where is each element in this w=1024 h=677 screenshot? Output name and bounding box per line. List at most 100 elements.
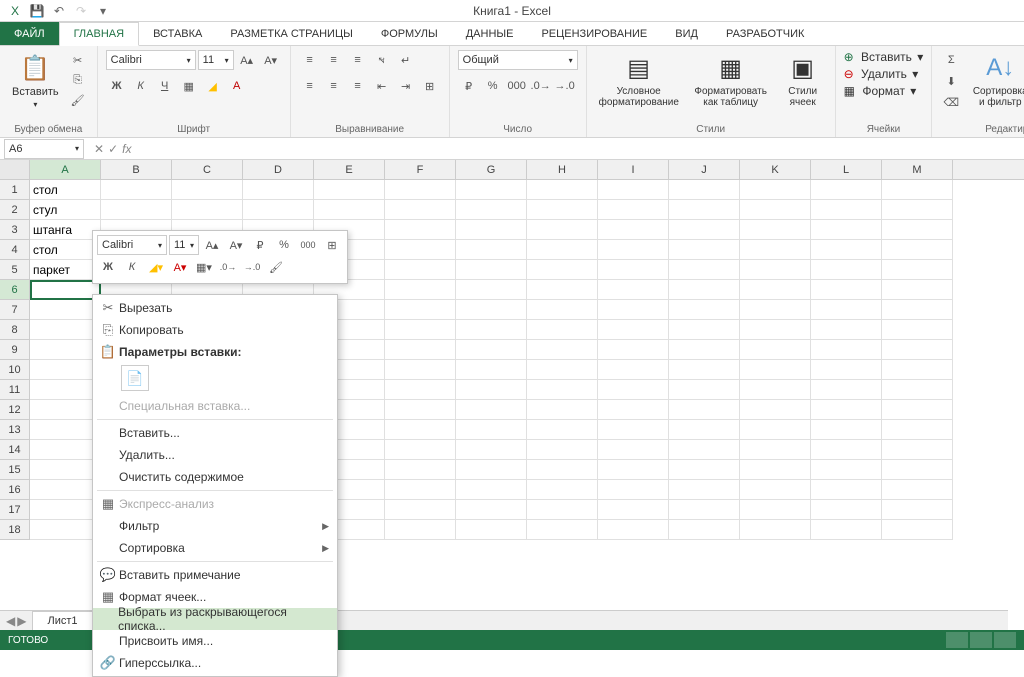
format-painter-icon[interactable]: 🖌 (67, 90, 89, 110)
cell-H13[interactable] (527, 420, 598, 440)
cell-L2[interactable] (811, 200, 882, 220)
number-format-select[interactable]: Общий▾ (458, 50, 578, 70)
cell-F12[interactable] (385, 400, 456, 420)
cell-F9[interactable] (385, 340, 456, 360)
cell-M5[interactable] (882, 260, 953, 280)
cell-K17[interactable] (740, 500, 811, 520)
cell-M9[interactable] (882, 340, 953, 360)
col-header-F[interactable]: F (385, 160, 456, 179)
cell-L12[interactable] (811, 400, 882, 420)
align-left-icon[interactable]: ≡ (299, 76, 321, 96)
insert-cells-button[interactable]: ⊕ Вставить ▾ (844, 50, 924, 64)
cell-H4[interactable] (527, 240, 598, 260)
cell-C2[interactable] (172, 200, 243, 220)
cell-J15[interactable] (669, 460, 740, 480)
cell-G5[interactable] (456, 260, 527, 280)
tab-home[interactable]: ГЛАВНАЯ (59, 22, 139, 46)
row-header-17[interactable]: 17 (0, 500, 30, 520)
cell-K1[interactable] (740, 180, 811, 200)
cell-A14[interactable] (30, 440, 101, 460)
view-page-layout-icon[interactable] (970, 632, 992, 648)
cell-H15[interactable] (527, 460, 598, 480)
qat-customize-icon[interactable]: ▾ (94, 2, 112, 20)
cell-J6[interactable] (669, 280, 740, 300)
cell-K14[interactable] (740, 440, 811, 460)
cell-F10[interactable] (385, 360, 456, 380)
cell-J17[interactable] (669, 500, 740, 520)
cell-D1[interactable] (243, 180, 314, 200)
col-header-B[interactable]: B (101, 160, 172, 179)
cell-I17[interactable] (598, 500, 669, 520)
cell-H2[interactable] (527, 200, 598, 220)
mini-font-color-icon[interactable]: A▾ (169, 257, 191, 277)
underline-button[interactable]: Ч (154, 76, 176, 96)
cell-G12[interactable] (456, 400, 527, 420)
cell-I4[interactable] (598, 240, 669, 260)
cell-K10[interactable] (740, 360, 811, 380)
cell-M2[interactable] (882, 200, 953, 220)
cell-A6[interactable] (30, 280, 101, 300)
cell-I9[interactable] (598, 340, 669, 360)
ctx-define-name[interactable]: Присвоить имя... (93, 630, 337, 652)
cell-L8[interactable] (811, 320, 882, 340)
cell-I16[interactable] (598, 480, 669, 500)
cell-G1[interactable] (456, 180, 527, 200)
cell-A3[interactable]: штанга (30, 220, 101, 240)
row-header-11[interactable]: 11 (0, 380, 30, 400)
cell-K7[interactable] (740, 300, 811, 320)
ctx-copy[interactable]: ⎘Копировать (93, 319, 337, 341)
col-header-L[interactable]: L (811, 160, 882, 179)
ctx-hyperlink[interactable]: 🔗Гиперссылка... (93, 652, 337, 674)
row-header-7[interactable]: 7 (0, 300, 30, 320)
sheet-nav-next-icon[interactable]: ▶ (17, 614, 26, 628)
cell-styles-button[interactable]: ▣ Стили ячеек (779, 50, 827, 110)
cell-F7[interactable] (385, 300, 456, 320)
col-header-M[interactable]: M (882, 160, 953, 179)
cell-F18[interactable] (385, 520, 456, 540)
cell-F5[interactable] (385, 260, 456, 280)
currency-icon[interactable]: ₽ (458, 76, 480, 96)
format-as-table-button[interactable]: ▦ Форматировать как таблицу (687, 50, 775, 110)
decrease-decimal-icon[interactable]: →.0 (554, 76, 576, 96)
cell-L6[interactable] (811, 280, 882, 300)
ctx-insert[interactable]: Вставить... (93, 422, 337, 444)
cell-J16[interactable] (669, 480, 740, 500)
paste-option-values[interactable]: 📄 (121, 365, 149, 391)
cell-J1[interactable] (669, 180, 740, 200)
cell-G10[interactable] (456, 360, 527, 380)
formula-input[interactable] (137, 139, 1024, 159)
mini-grow-font-icon[interactable]: A▴ (201, 235, 223, 255)
ctx-clear[interactable]: Очистить содержимое (93, 466, 337, 488)
cell-H14[interactable] (527, 440, 598, 460)
cell-A1[interactable]: стол (30, 180, 101, 200)
tab-data[interactable]: ДАННЫЕ (452, 22, 528, 45)
font-size-select[interactable]: 11▾ (198, 50, 234, 70)
cell-I3[interactable] (598, 220, 669, 240)
cell-A7[interactable] (30, 300, 101, 320)
comma-icon[interactable]: 000 (506, 76, 528, 96)
cell-A18[interactable] (30, 520, 101, 540)
cell-F1[interactable] (385, 180, 456, 200)
mini-font-select[interactable]: Calibri▾ (97, 235, 167, 255)
paste-button[interactable]: 📋 Вставить ▾ (8, 50, 63, 111)
cell-L14[interactable] (811, 440, 882, 460)
cell-K9[interactable] (740, 340, 811, 360)
fx-icon[interactable]: fx (122, 142, 131, 156)
row-header-8[interactable]: 8 (0, 320, 30, 340)
col-header-G[interactable]: G (456, 160, 527, 179)
cell-G17[interactable] (456, 500, 527, 520)
cell-G9[interactable] (456, 340, 527, 360)
cell-M16[interactable] (882, 480, 953, 500)
cell-L3[interactable] (811, 220, 882, 240)
mini-italic[interactable]: К (121, 257, 143, 277)
row-header-1[interactable]: 1 (0, 180, 30, 200)
cell-E1[interactable] (314, 180, 385, 200)
row-header-4[interactable]: 4 (0, 240, 30, 260)
view-normal-icon[interactable] (946, 632, 968, 648)
cell-F2[interactable] (385, 200, 456, 220)
row-header-12[interactable]: 12 (0, 400, 30, 420)
cell-I2[interactable] (598, 200, 669, 220)
cell-H16[interactable] (527, 480, 598, 500)
cell-G11[interactable] (456, 380, 527, 400)
cell-H3[interactable] (527, 220, 598, 240)
